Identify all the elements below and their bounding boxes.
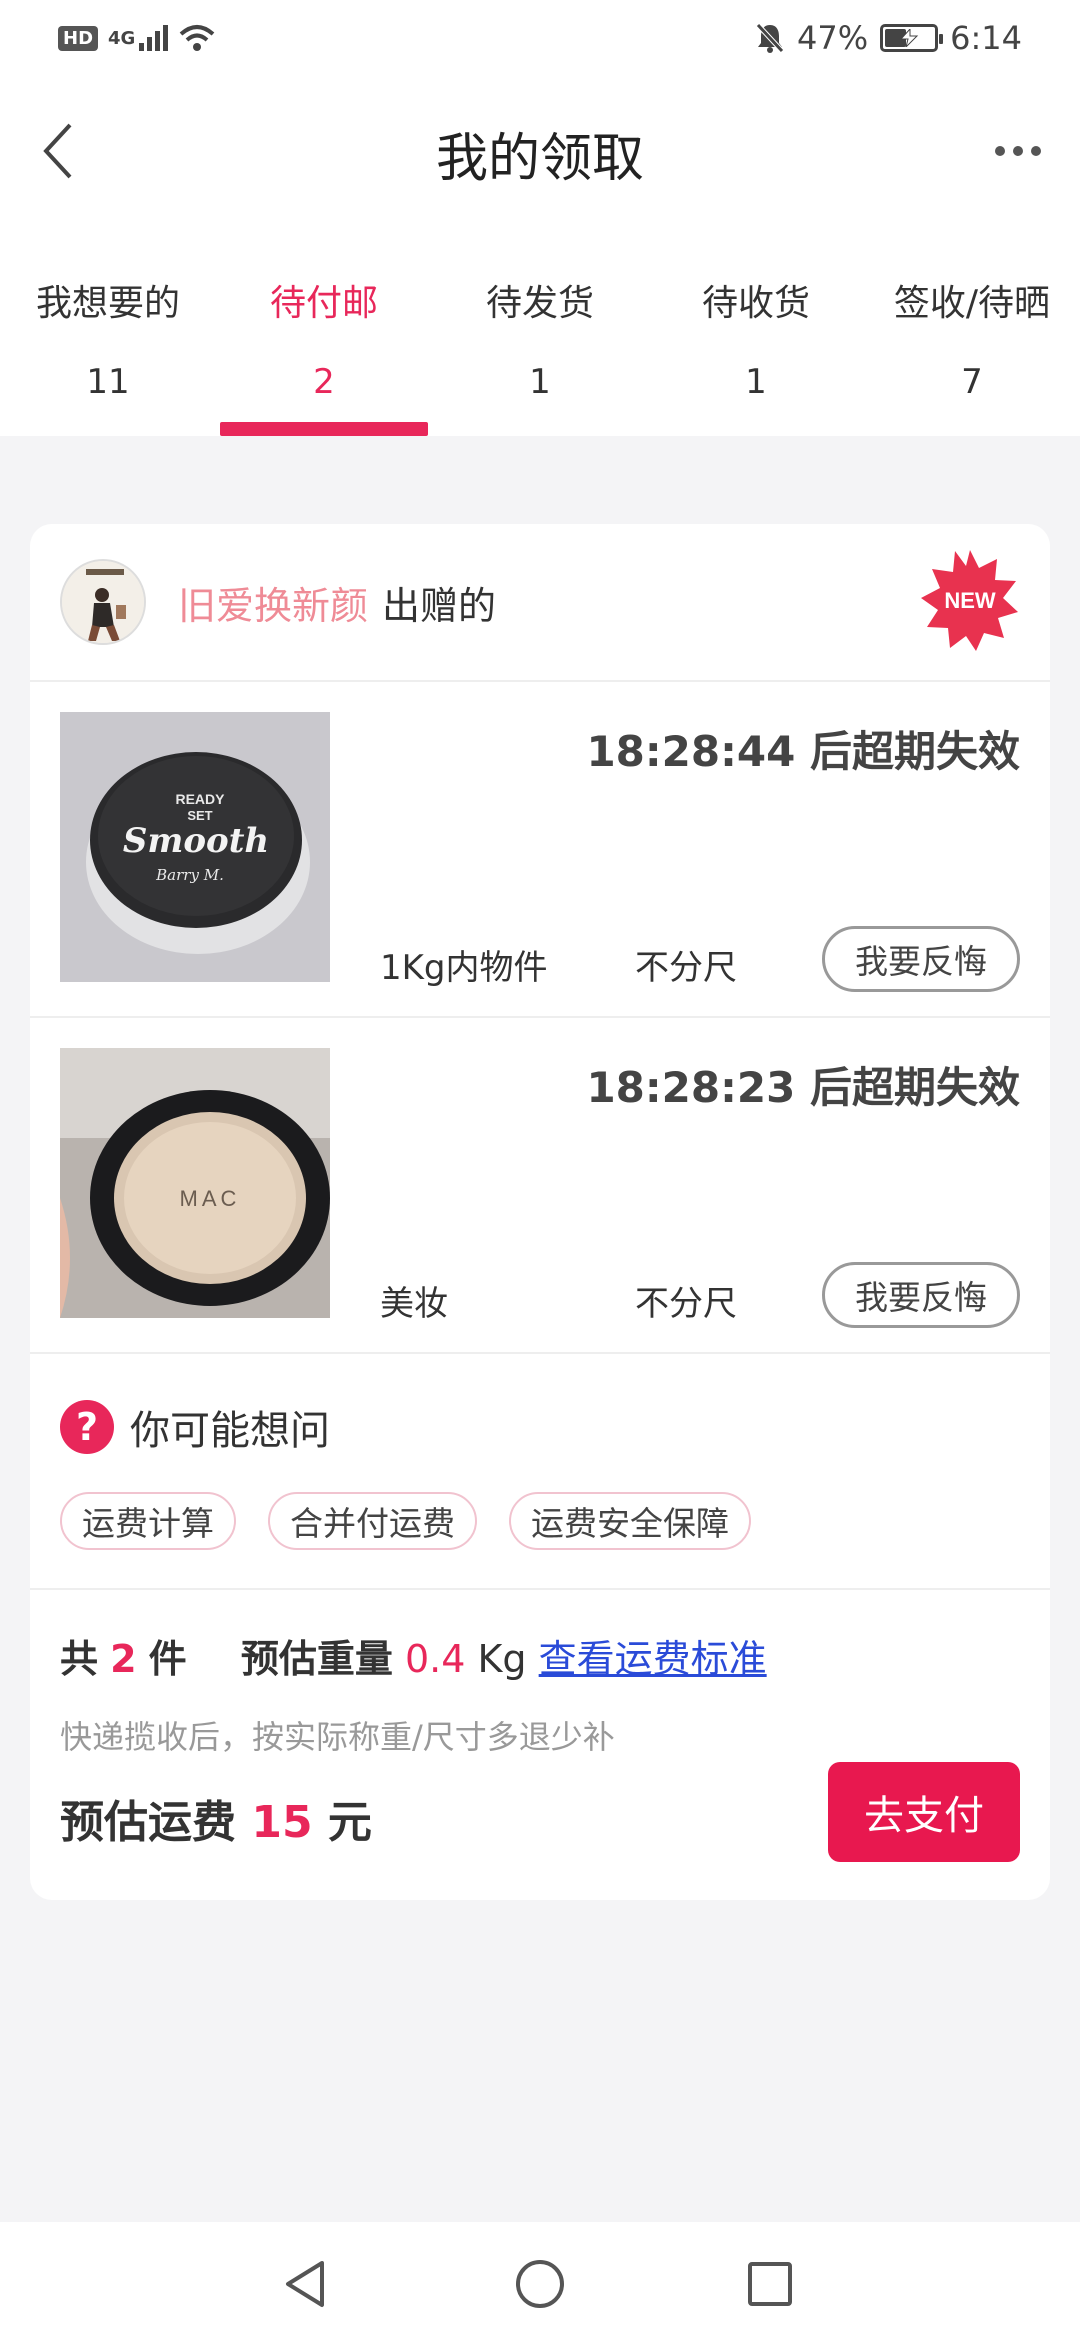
more-button[interactable] — [978, 116, 1058, 186]
expiry-timer: 18:28:23 后超期失效 — [586, 1063, 1020, 1112]
estimated-fee: 预估运费 15 元 — [60, 1786, 372, 1850]
new-starburst-icon: NEW — [921, 550, 1018, 651]
wifi-icon — [180, 25, 215, 51]
fee-unit: 元 — [327, 1797, 372, 1848]
giver-suffix: 出赠的 — [382, 583, 497, 628]
shipping-note: 快递揽收后，按实际称重/尺寸多退少补 — [60, 1718, 615, 1756]
item-category: 1Kg内物件 — [380, 948, 548, 988]
item-row[interactable]: READY SET Smooth Barry M. 18:28:44 后超期失效… — [30, 682, 1050, 1018]
tab-count: 11 — [86, 362, 130, 402]
page-title: 我的领取 — [435, 129, 644, 189]
nav-home-button[interactable] — [512, 2256, 568, 2312]
powder-jar-image: READY SET Smooth Barry M. — [60, 712, 330, 982]
highlighter-compact-image: MAC — [60, 1048, 330, 1318]
signal-icon — [139, 25, 169, 51]
item-size: 不分尺 — [635, 948, 737, 988]
tab-pending-receipt[interactable]: 待收货 1 — [648, 226, 864, 436]
faq-tag-shipping-guarantee[interactable]: 运费安全保障 — [509, 1492, 751, 1550]
more-dot-icon — [995, 146, 1005, 156]
faq-title: 你可能想问 — [130, 1408, 330, 1454]
tab-pending-shipment[interactable]: 待发货 1 — [432, 226, 648, 436]
status-left: HD 4G — [58, 24, 215, 52]
giver-row[interactable]: 旧爱换新颜 出赠的 NEW — [30, 524, 1050, 682]
more-dot-icon — [1013, 146, 1023, 156]
tab-bar: 我想要的 11 待付邮 2 待发货 1 待收货 1 签收/待晒 7 — [0, 226, 1080, 436]
weight-label: 预估重量 — [240, 1637, 393, 1681]
square-recents-icon — [748, 2262, 792, 2306]
item-size: 不分尺 — [635, 1284, 737, 1324]
jar-text-brand: Barry M. — [155, 866, 224, 884]
faq-tag-shipping-calc[interactable]: 运费计算 — [60, 1492, 236, 1550]
circle-home-icon — [516, 2260, 564, 2308]
tab-label: 待发货 — [485, 283, 594, 324]
pay-button[interactable]: 去支付 — [828, 1762, 1020, 1862]
giver-name[interactable]: 旧爱换新颜 — [178, 575, 368, 630]
tab-count: 7 — [961, 362, 983, 402]
new-badge-text: NEW — [944, 588, 996, 613]
question-icon: ? — [60, 1400, 114, 1454]
summary-section: 共 2 件 预估重量 0.4 Kg 查看运费标准 快递揽收后，按实际称重/尺寸多… — [30, 1590, 1050, 1900]
tab-label: 待收货 — [701, 283, 810, 324]
tab-label: 我想要的 — [35, 283, 180, 324]
faq-tag-combined-shipping[interactable]: 合并付运费 — [268, 1492, 477, 1550]
faq-header: ? 你可能想问 — [60, 1398, 330, 1456]
avatar-image — [62, 561, 144, 643]
avatar[interactable] — [60, 559, 146, 645]
tab-count: 2 — [313, 362, 335, 402]
tab-signed[interactable]: 签收/待晒 7 — [864, 226, 1080, 436]
tab-label: 签收/待晒 — [893, 283, 1051, 324]
item-row[interactable]: MAC 18:28:23 后超期失效 美妆 不分尺 我要反悔 — [30, 1018, 1050, 1354]
jar-text-ready: READY — [175, 791, 225, 807]
status-right: 47% 6:14 — [755, 19, 1022, 57]
item-thumbnail[interactable]: MAC — [60, 1048, 330, 1318]
weight-unit: Kg — [477, 1637, 527, 1681]
jar-text-smooth: Smooth — [123, 821, 269, 861]
triangle-back-icon — [286, 2261, 324, 2307]
fee-label: 预估运费 — [60, 1797, 236, 1848]
item-category: 美妆 — [380, 1284, 448, 1324]
nav-back-button[interactable] — [278, 2256, 334, 2312]
fee-value: 15 — [251, 1797, 313, 1848]
system-nav-bar — [0, 2222, 1080, 2340]
header: 我的领取 — [0, 76, 1080, 226]
item-thumbnail[interactable]: READY SET Smooth Barry M. — [60, 712, 330, 982]
nav-recents-button[interactable] — [742, 2256, 798, 2312]
tab-count: 1 — [745, 362, 767, 402]
tab-pending-postage[interactable]: 待付邮 2 — [216, 226, 432, 436]
order-card: 旧爱换新颜 出赠的 NEW READY SET Smooth Barry M. … — [30, 524, 1050, 1900]
compact-brand-text: MAC — [180, 1186, 241, 1211]
regret-button[interactable]: 我要反悔 — [822, 926, 1020, 992]
new-badge: NEW — [918, 548, 1022, 652]
active-tab-indicator — [220, 422, 428, 436]
hd-badge: HD — [58, 25, 99, 51]
battery-icon — [880, 24, 944, 52]
total-count: 2 — [110, 1637, 137, 1681]
weight-value: 0.4 — [404, 1637, 466, 1681]
summary-line: 共 2 件 预估重量 0.4 Kg 查看运费标准 — [60, 1628, 767, 1683]
charging-icon — [900, 29, 919, 47]
status-bar: HD 4G 47% 6:14 — [0, 0, 1080, 76]
tab-wanted[interactable]: 我想要的 11 — [0, 226, 216, 436]
bell-muted-icon — [756, 23, 784, 53]
tab-count: 1 — [529, 362, 551, 402]
faq-tags: 运费计算 合并付运费 运费安全保障 — [60, 1492, 751, 1550]
total-prefix: 共 — [60, 1637, 99, 1681]
battery-percent: 47% — [797, 19, 869, 57]
more-dot-icon — [1031, 146, 1041, 156]
fee-standard-link[interactable]: 查看运费标准 — [539, 1637, 767, 1681]
page: HD 4G 47% 6:14 我的领取 我想要的 11 待付邮 2 待发货 1 … — [0, 0, 1080, 2340]
total-unit: 件 — [148, 1637, 187, 1681]
tab-label: 待付邮 — [269, 283, 378, 324]
network-type: 4G — [108, 27, 136, 49]
faq-section: ? 你可能想问 运费计算 合并付运费 运费安全保障 — [30, 1354, 1050, 1590]
regret-button[interactable]: 我要反悔 — [822, 1262, 1020, 1328]
clock: 6:14 — [950, 19, 1022, 57]
expiry-timer: 18:28:44 后超期失效 — [586, 727, 1020, 776]
